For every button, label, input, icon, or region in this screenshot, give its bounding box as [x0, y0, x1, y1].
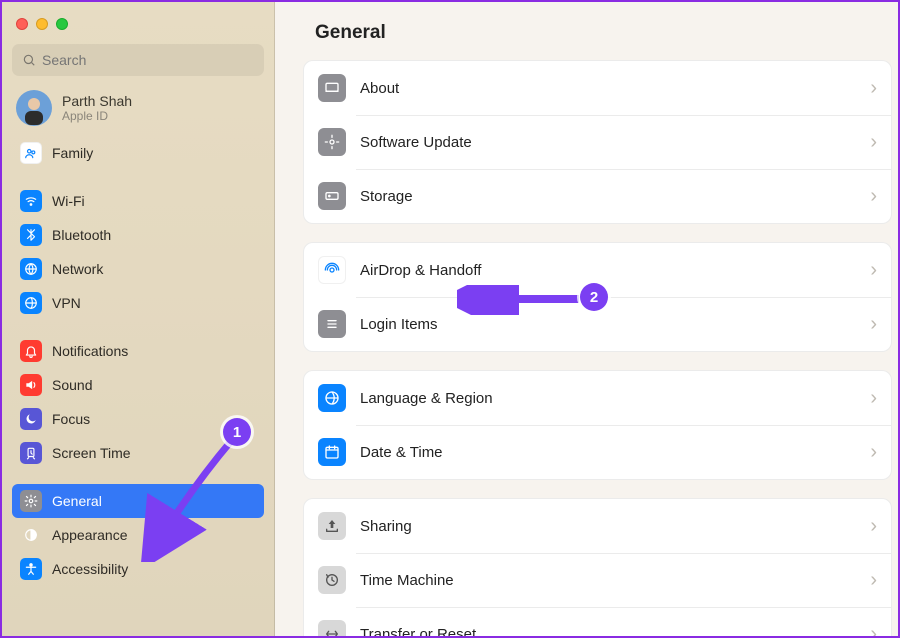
sound-icon [20, 374, 42, 396]
sidebar: Parth Shah Apple ID Family Wi-Fi Bluetooth… [2, 2, 275, 636]
timemachine-icon [318, 566, 346, 594]
sidebar-item-accessibility[interactable]: Accessibility [12, 552, 264, 586]
user-subtitle: Apple ID [62, 109, 132, 123]
settings-panel: Language & Region›Date & Time› [303, 370, 892, 480]
airdrop-icon [318, 256, 346, 284]
minimize-icon[interactable] [36, 18, 48, 30]
sidebar-list: Family Wi-Fi Bluetooth Network VPN Notificati… [12, 136, 264, 586]
row-label: Language & Region [360, 390, 870, 407]
family-icon [20, 142, 42, 164]
vpn-icon [20, 292, 42, 314]
accessibility-icon [20, 558, 42, 580]
network-icon [20, 258, 42, 280]
sharing-icon [318, 512, 346, 540]
wifi-icon [20, 190, 42, 212]
softwareupdate-icon [318, 128, 346, 156]
window-controls [12, 12, 264, 44]
chevron-right-icon: › [870, 516, 877, 536]
chevron-right-icon: › [870, 132, 877, 152]
row-sharing[interactable]: Sharing› [304, 499, 891, 553]
general-icon [20, 490, 42, 512]
row-label: AirDrop & Handoff [360, 262, 870, 279]
content-area: General About›Software Update›Storage›Ai… [275, 2, 898, 636]
storage-icon [318, 182, 346, 210]
sidebar-item-wi-fi[interactable]: Wi-Fi [12, 184, 264, 218]
search-input[interactable] [42, 52, 254, 68]
row-label: Sharing [360, 518, 870, 535]
sidebar-item-notifications[interactable]: Notifications [12, 334, 264, 368]
sidebar-item-label: Family [52, 145, 93, 161]
fullscreen-icon[interactable] [56, 18, 68, 30]
row-date-time[interactable]: Date & Time› [304, 425, 891, 479]
row-transfer-or-reset[interactable]: Transfer or Reset› [304, 607, 891, 636]
sidebar-item-bluetooth[interactable]: Bluetooth [12, 218, 264, 252]
sidebar-item-label: Wi-Fi [52, 193, 85, 209]
sidebar-item-label: Appearance [52, 527, 128, 543]
transfer-icon [318, 620, 346, 636]
sidebar-item-vpn[interactable]: VPN [12, 286, 264, 320]
notifications-icon [20, 340, 42, 362]
sidebar-item-family[interactable]: Family [12, 136, 264, 170]
row-about[interactable]: About› [304, 61, 891, 115]
datetime-icon [318, 438, 346, 466]
row-label: Transfer or Reset [360, 626, 870, 637]
sidebar-item-label: Bluetooth [52, 227, 111, 243]
sidebar-item-label: Accessibility [52, 561, 128, 577]
row-label: Login Items [360, 316, 870, 333]
page-title: General [303, 18, 892, 60]
annotation-badge-2: 2 [580, 283, 608, 311]
user-name: Parth Shah [62, 93, 132, 109]
chevron-right-icon: › [870, 314, 877, 334]
sidebar-item-appearance[interactable]: Appearance [12, 518, 264, 552]
sidebar-item-label: Sound [52, 377, 92, 393]
loginitems-icon [318, 310, 346, 338]
sidebar-item-network[interactable]: Network [12, 252, 264, 286]
sidebar-item-label: Screen Time [52, 445, 131, 461]
sidebar-item-label: Network [52, 261, 103, 277]
row-time-machine[interactable]: Time Machine› [304, 553, 891, 607]
about-icon [318, 74, 346, 102]
row-label: Software Update [360, 134, 870, 151]
apple-id-row[interactable]: Parth Shah Apple ID [12, 76, 264, 136]
row-storage[interactable]: Storage› [304, 169, 891, 223]
screentime-icon [20, 442, 42, 464]
row-language-region[interactable]: Language & Region› [304, 371, 891, 425]
chevron-right-icon: › [870, 186, 877, 206]
sidebar-item-label: Notifications [52, 343, 128, 359]
row-label: Date & Time [360, 444, 870, 461]
bluetooth-icon [20, 224, 42, 246]
panels-container: About›Software Update›Storage›AirDrop & … [303, 60, 892, 636]
chevron-right-icon: › [870, 624, 877, 636]
annotation-badge-1: 1 [223, 418, 251, 446]
row-label: About [360, 80, 870, 97]
settings-window: Parth Shah Apple ID Family Wi-Fi Bluetooth… [2, 2, 898, 636]
search-icon [22, 53, 36, 67]
avatar [16, 90, 52, 126]
close-icon[interactable] [16, 18, 28, 30]
chevron-right-icon: › [870, 442, 877, 462]
settings-panel: About›Software Update›Storage› [303, 60, 892, 224]
row-label: Storage [360, 188, 870, 205]
chevron-right-icon: › [870, 570, 877, 590]
chevron-right-icon: › [870, 260, 877, 280]
sidebar-item-general[interactable]: General [12, 484, 264, 518]
sidebar-item-label: Focus [52, 411, 90, 427]
sidebar-item-label: General [52, 493, 102, 509]
search-field[interactable] [12, 44, 264, 76]
chevron-right-icon: › [870, 388, 877, 408]
sidebar-item-sound[interactable]: Sound [12, 368, 264, 402]
appearance-icon [20, 524, 42, 546]
language-icon [318, 384, 346, 412]
row-software-update[interactable]: Software Update› [304, 115, 891, 169]
chevron-right-icon: › [870, 78, 877, 98]
sidebar-item-label: VPN [52, 295, 81, 311]
focus-icon [20, 408, 42, 430]
row-label: Time Machine [360, 572, 870, 589]
settings-panel: Sharing›Time Machine›Transfer or Reset› [303, 498, 892, 636]
